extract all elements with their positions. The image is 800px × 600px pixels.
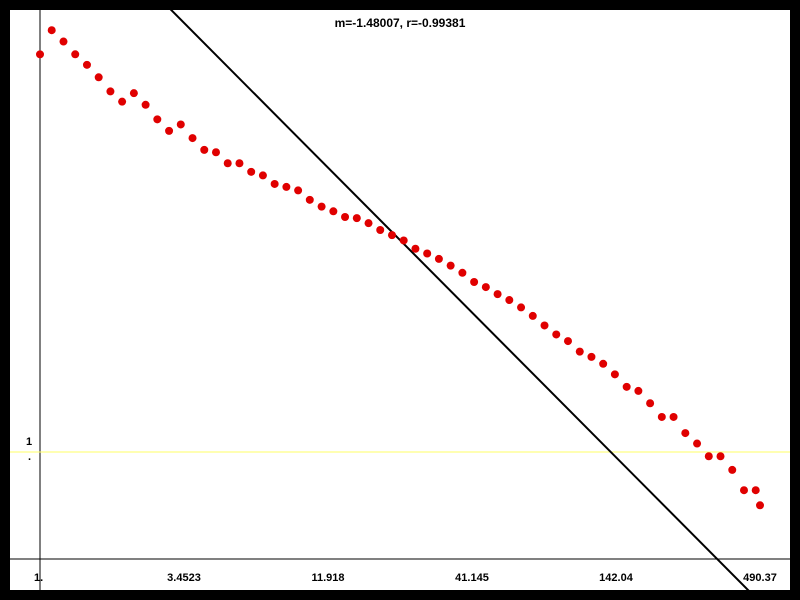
data-point [704,452,713,461]
data-point [622,382,631,391]
axes-layer [10,10,790,590]
data-point [364,219,373,228]
fit-statistics-title: m=-1.48007, r=-0.99381 [334,16,466,30]
data-point [517,303,526,312]
data-point [341,213,350,222]
data-point [247,167,256,176]
data-point [716,452,725,461]
data-points-layer [36,26,764,510]
data-point [282,182,291,191]
data-point [575,347,584,356]
data-point [329,207,338,216]
data-point [470,278,479,287]
data-point [106,87,115,96]
data-point [71,50,80,59]
x-tick-label: 41.145 [455,572,489,584]
data-point [739,486,748,495]
data-point [493,290,502,299]
data-point [270,179,279,188]
data-point [411,244,420,253]
data-point [423,249,432,258]
data-point [188,134,197,143]
data-point [657,412,666,421]
x-tick-label: 142.04 [599,572,634,584]
data-point [528,311,537,320]
data-point [153,115,162,124]
data-point [223,159,232,168]
data-point [211,148,220,157]
data-point [756,501,764,510]
data-point [305,195,314,204]
data-point [552,330,561,339]
data-point [258,171,267,180]
data-point [59,37,68,46]
data-point [165,126,174,135]
data-point [681,429,690,438]
data-point [200,145,209,154]
data-point [129,89,138,98]
data-point [599,359,608,368]
data-point [634,386,643,395]
data-point [728,465,737,474]
data-point [587,352,596,361]
data-point [446,261,455,270]
data-point [563,337,572,346]
data-point [94,73,103,82]
scatter-chart: 1. 1. 3.4523 11.918 41.145 142.04 490.37 [10,10,790,590]
data-point [646,399,655,408]
x-tick-label: 1. [34,572,43,584]
data-point [751,486,760,495]
data-point [399,236,408,245]
data-point [376,226,385,235]
data-point [235,159,244,168]
plot-area: 1. 1. 3.4523 11.918 41.145 142.04 490.37 m=-1.… [10,10,790,590]
data-point [118,97,127,106]
data-point [141,100,150,109]
data-point [693,439,702,448]
data-point [352,214,361,223]
data-point [610,370,619,379]
y-tick-label: . [28,451,31,463]
data-point [176,120,185,129]
data-point [36,50,44,59]
data-point [540,321,549,330]
data-point [669,412,678,421]
data-point [317,202,326,211]
data-point [82,60,91,69]
data-point [434,254,443,263]
fit-line-layer [169,10,750,590]
x-tick-label: 11.918 [311,572,344,584]
data-point [505,296,514,305]
tick-labels-layer: 1. 1. 3.4523 11.918 41.145 142.04 490.37 [26,436,777,584]
x-tick-label: 3.4523 [167,572,201,584]
data-point [387,231,396,240]
fit-line [169,10,750,590]
data-point [481,283,490,292]
data-point [294,186,303,195]
data-point [458,268,467,277]
y-tick-label: 1 [26,436,32,448]
x-tick-label: 490.37 [743,572,777,584]
